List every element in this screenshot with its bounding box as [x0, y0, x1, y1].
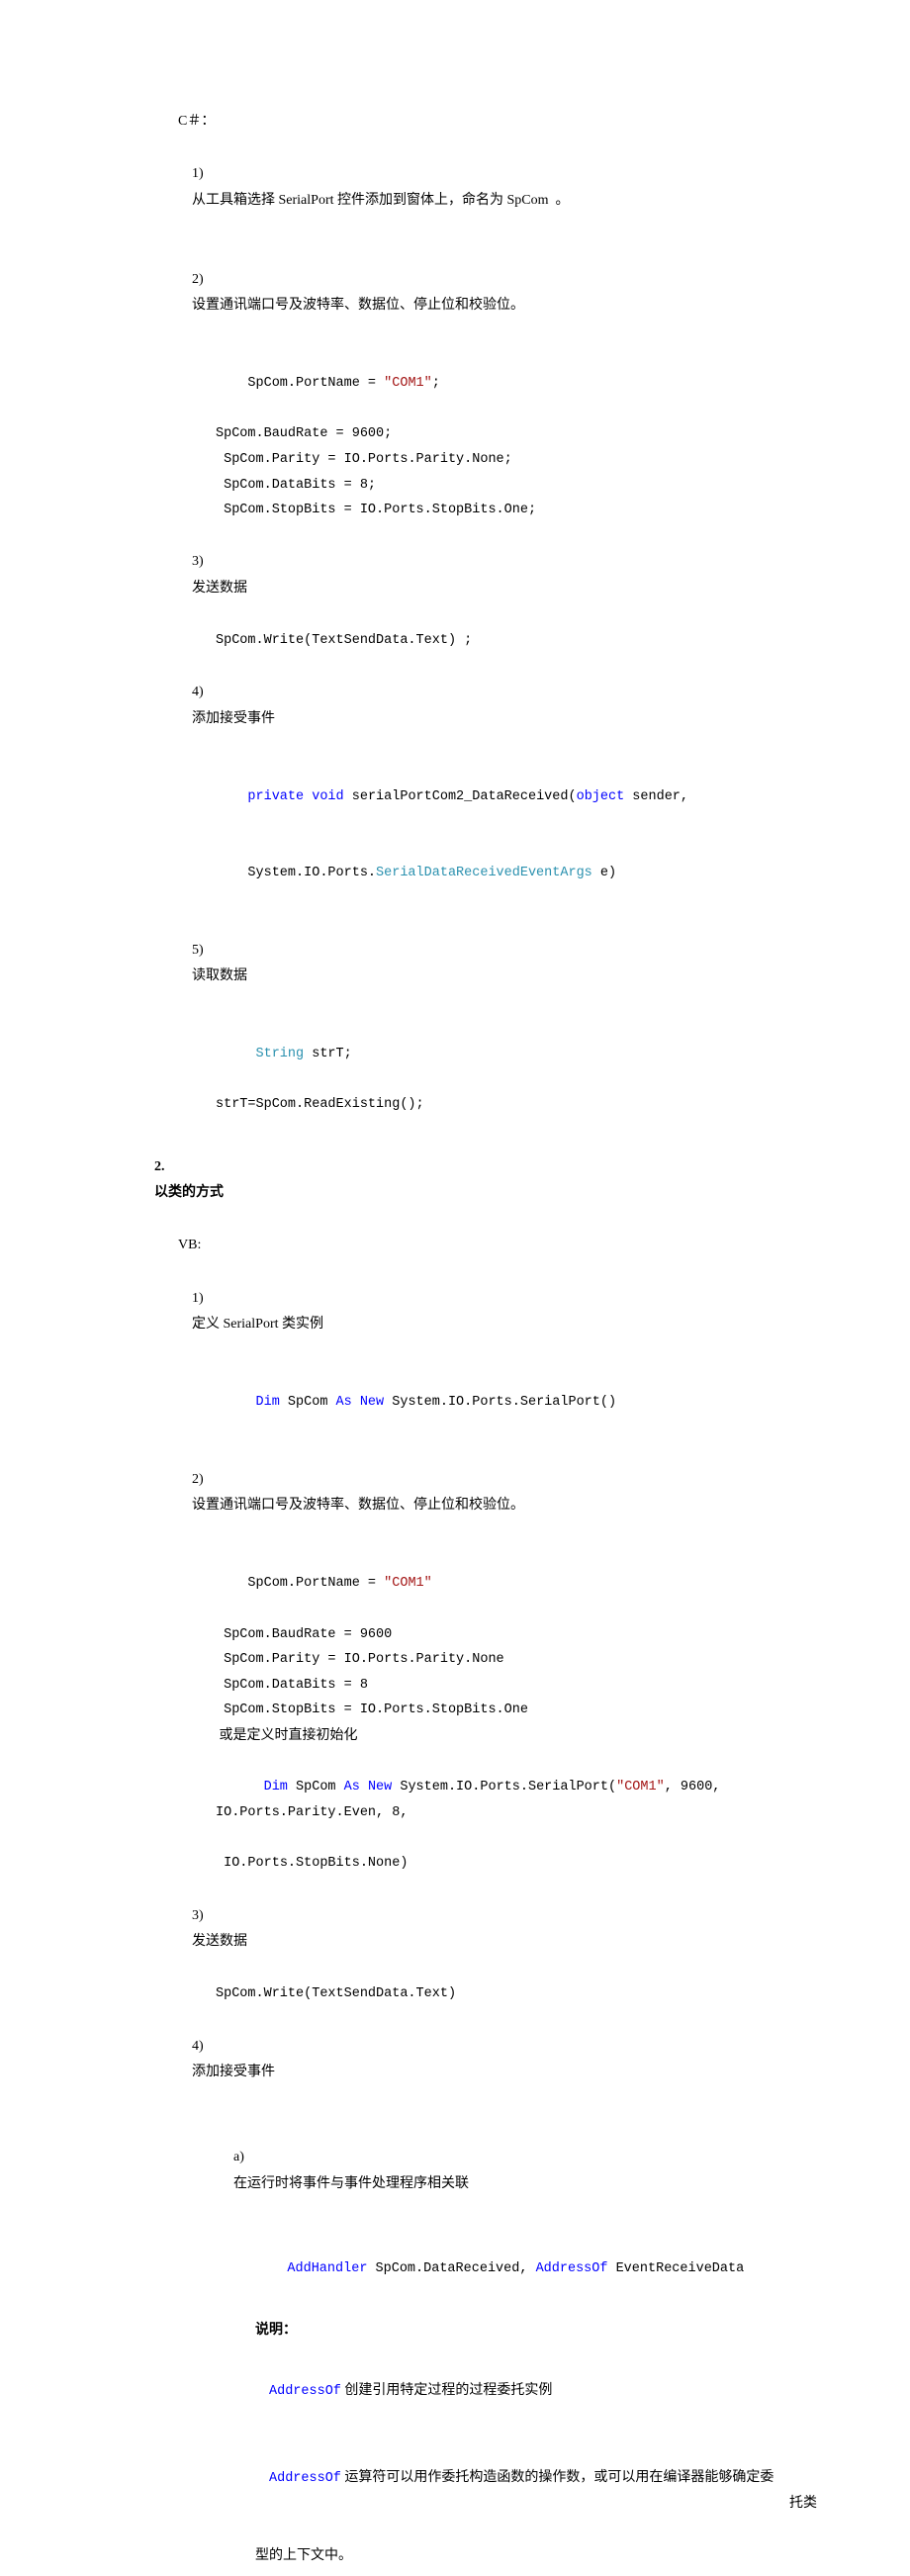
code-line: SpCom.Write(TextSendData.Text) ;	[158, 628, 811, 654]
code-line: SpCom.PortName = "COM1";	[158, 345, 811, 421]
vb-step-1: 1) 定义 SerialPort 类实例	[158, 1259, 811, 1364]
code-line: AddHandler SpCom.DataReceived, AddressOf…	[158, 2232, 811, 2308]
substep-label: a)	[233, 2145, 287, 2171]
code-keyword: object	[577, 789, 625, 804]
step-number: 2)	[192, 1467, 229, 1494]
code-text: System.IO.Ports.	[247, 866, 376, 880]
step-number: 4)	[192, 2034, 229, 2061]
code-keyword: void	[304, 789, 344, 804]
step-text: 发送数据	[192, 1934, 247, 1949]
code-string: "COM1"	[616, 1780, 665, 1794]
step-text: 添加接受事件	[192, 711, 275, 726]
code-line: String strT;	[158, 1016, 811, 1092]
step-text: 读取数据	[192, 968, 247, 983]
cs-step-3: 3) 发送数据	[158, 523, 811, 628]
note-text: 创建引用特定过程的过程委托实例	[341, 2383, 553, 2398]
note-line: 型的上下文中。	[158, 2543, 811, 2570]
code-keyword: New	[352, 1395, 384, 1410]
note-text: 运算符可以用作委托构造函数的操作数，或可以用在编译器能够确定委	[341, 2470, 774, 2485]
code-line: SpCom.BaudRate = 9600;	[158, 421, 811, 447]
cs-header: C＃：	[158, 109, 811, 136]
code-text: EventReceiveData	[607, 2261, 744, 2276]
substep-title: 在运行时将事件与事件处理程序相关联	[233, 2176, 469, 2191]
code-text: SpCom.DataReceived,	[367, 2261, 535, 2276]
step-text: 从工具箱选择 SerialPort 控件添加到窗体上，命名为 SpCom 。	[192, 193, 570, 208]
code-line: SpCom.StopBits = IO.Ports.StopBits.One;	[158, 498, 811, 523]
step-number: 1)	[192, 161, 229, 188]
code-comment: 或是定义时直接初始化	[158, 1723, 811, 1750]
cs-step-2: 2) 设置通讯端口号及波特率、数据位、停止位和校验位。	[158, 240, 811, 345]
step-text: 添加接受事件	[192, 2065, 275, 2079]
code-line: SpCom.PortName = "COM1"	[158, 1546, 811, 1622]
code-string: "COM1"	[384, 376, 432, 391]
note-line: AddressOf 运算符可以用作委托构造函数的操作数，或可以用在编译器能够确定…	[158, 2438, 811, 2543]
code-line: SpCom.DataBits = 8;	[158, 473, 811, 499]
step-number: 1)	[192, 1286, 229, 1313]
code-text: System.IO.Ports.SerialPort()	[384, 1395, 616, 1410]
note-label: 说明：	[158, 2318, 811, 2345]
cs-step-5: 5) 读取数据	[158, 911, 811, 1016]
code-keyword: AddressOf	[269, 2471, 341, 2486]
step-number: 3)	[192, 549, 229, 576]
cs-step-1: 1) 从工具箱选择 SerialPort 控件添加到窗体上，命名为 SpCom …	[158, 136, 811, 240]
code-line: System.IO.Ports.SerialDataReceivedEventA…	[158, 835, 811, 911]
code-keyword: AddHandler	[287, 2261, 367, 2276]
step-number: 5)	[192, 938, 229, 965]
code-line: SpCom.Write(TextSendData.Text)	[158, 1981, 811, 2007]
section-number: 2.	[154, 1154, 176, 1181]
code-string: "COM1"	[384, 1576, 432, 1591]
step-text: 设置通讯端口号及波特率、数据位、停止位和校验位。	[192, 1498, 524, 1513]
step-number: 4)	[192, 680, 229, 706]
document-page: C＃： 1) 从工具箱选择 SerialPort 控件添加到窗体上，命名为 Sp…	[0, 0, 910, 2576]
code-text: SpCom	[280, 1395, 336, 1410]
code-text: SpCom	[288, 1780, 344, 1794]
code-line: private void serialPortCom2_DataReceived…	[158, 759, 811, 835]
note-line: AddressOf 创建引用特定过程的过程委托实例	[158, 2351, 811, 2431]
code-keyword: private	[247, 789, 304, 804]
step-number: 2)	[192, 267, 229, 294]
code-text: strT;	[304, 1047, 352, 1061]
code-keyword: New	[360, 1780, 392, 1794]
code-type: SerialDataReceivedEventArgs	[376, 866, 592, 880]
code-line: SpCom.Parity = IO.Ports.Parity.None	[158, 1647, 811, 1673]
code-text: ;	[432, 376, 440, 391]
section-title: 以类的方式	[154, 1185, 224, 1200]
step-text: 定义 SerialPort 类实例	[192, 1317, 323, 1332]
code-line: IO.Ports.StopBits.None)	[158, 1851, 811, 1877]
vb-step-3: 3) 发送数据	[158, 1877, 811, 1981]
vb-header: VB:	[158, 1233, 811, 1259]
step-number: 3)	[192, 1903, 229, 1930]
code-keyword: As	[336, 1395, 352, 1410]
vb-step-4: 4) 添加接受事件	[158, 2007, 811, 2112]
code-line: strT=SpCom.ReadExisting();	[158, 1092, 811, 1118]
code-keyword: Dim	[247, 1780, 288, 1794]
code-text: System.IO.Ports.SerialPort(	[392, 1780, 616, 1794]
code-text: e)	[592, 866, 616, 880]
vb-step-2: 2) 设置通讯端口号及波特率、数据位、停止位和校验位。	[158, 1440, 811, 1545]
code-text: SpCom.PortName =	[247, 1576, 384, 1591]
code-keyword: Dim	[247, 1395, 279, 1410]
code-keyword: AddressOf	[536, 2261, 608, 2276]
section-2-heading: 2. 以类的方式	[140, 1128, 811, 1233]
code-line: Dim SpCom As New System.IO.Ports.SerialP…	[158, 1364, 811, 1440]
code-line: SpCom.DataBits = 8	[158, 1673, 811, 1699]
step-text: 发送数据	[192, 581, 247, 596]
code-line: SpCom.Parity = IO.Ports.Parity.None;	[158, 447, 811, 473]
note-text: 托类	[789, 2491, 817, 2518]
code-keyword: AddressOf	[269, 2384, 341, 2399]
code-type: String	[247, 1047, 304, 1061]
code-text: SpCom.PortName =	[247, 376, 384, 391]
code-text: sender,	[624, 789, 688, 804]
code-keyword: As	[344, 1780, 360, 1794]
code-text: serialPortCom2_DataReceived(	[344, 789, 577, 804]
code-line: SpCom.BaudRate = 9600	[158, 1622, 811, 1648]
cs-step-4: 4) 添加接受事件	[158, 654, 811, 759]
step-text: 设置通讯端口号及波特率、数据位、停止位和校验位。	[192, 298, 524, 313]
code-line: SpCom.StopBits = IO.Ports.StopBits.One	[158, 1698, 811, 1723]
code-line: Dim SpCom As New System.IO.Ports.SerialP…	[158, 1750, 811, 1852]
vb-step-4a: a) 在运行时将事件与事件处理程序相关联	[158, 2118, 811, 2223]
